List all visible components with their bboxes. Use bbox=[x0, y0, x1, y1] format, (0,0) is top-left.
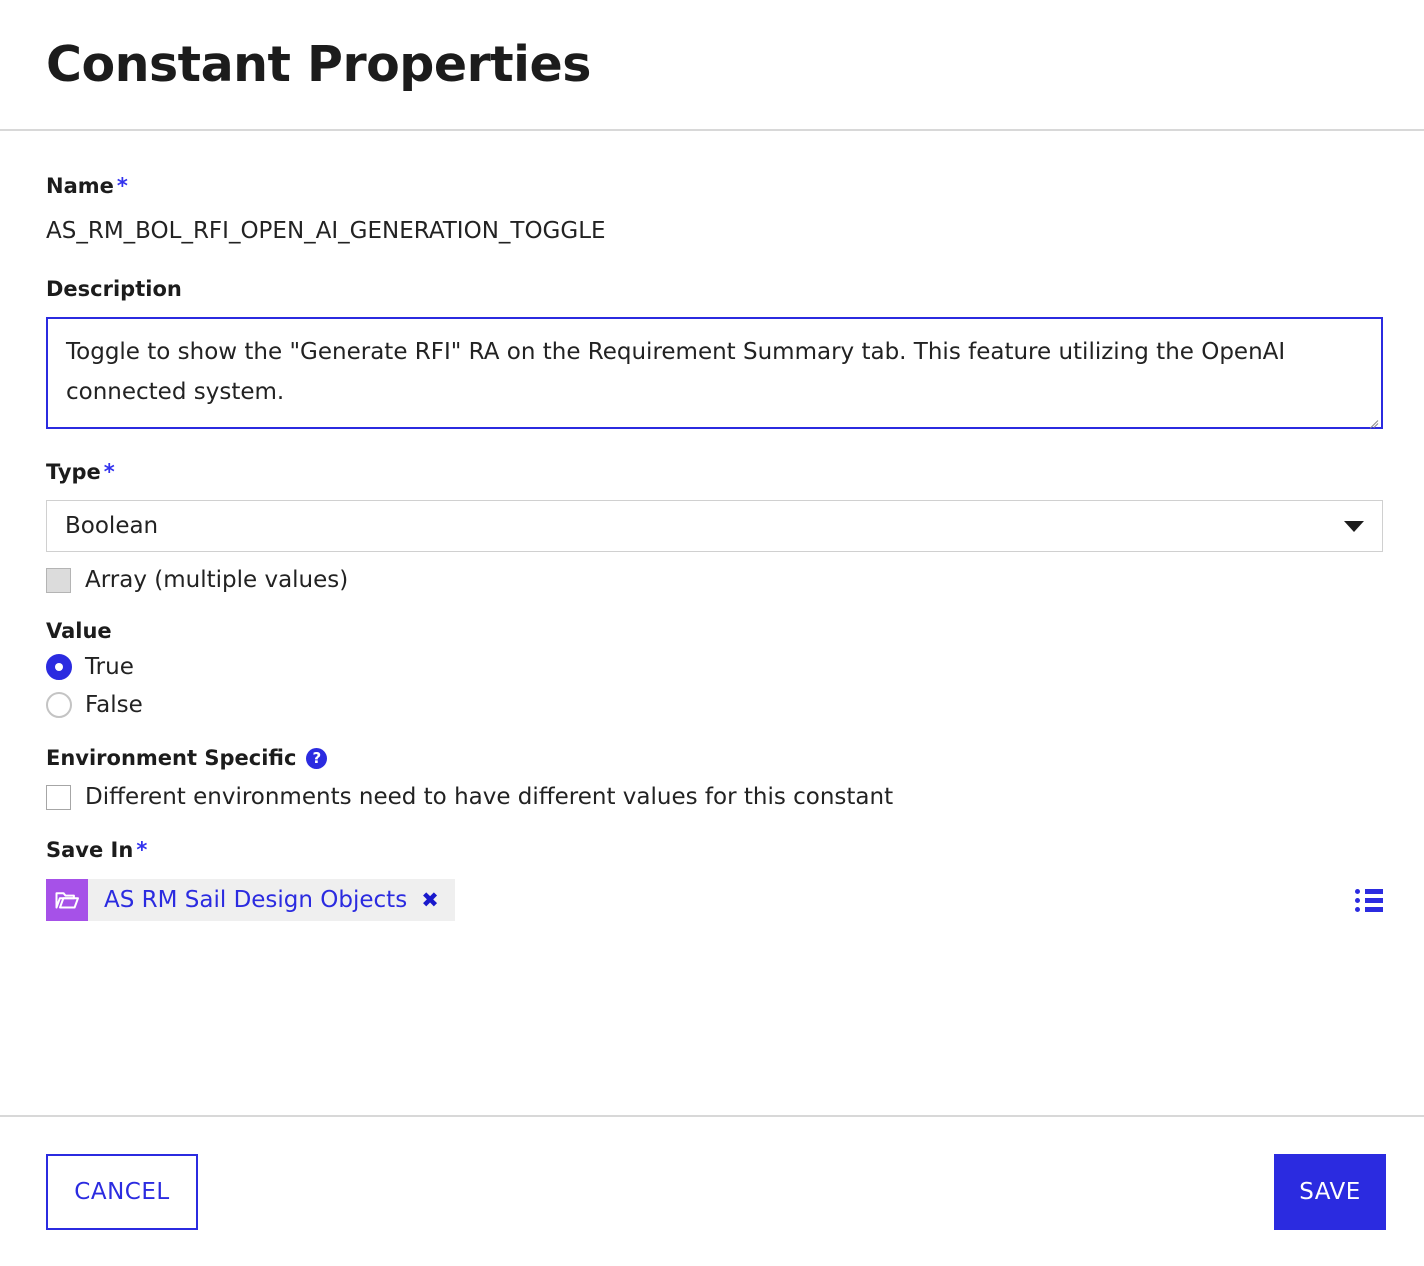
type-label: Type * bbox=[46, 462, 1378, 483]
type-select[interactable]: Boolean bbox=[46, 500, 1383, 552]
radio-false-indicator[interactable] bbox=[46, 692, 72, 718]
dialog-header: Constant Properties bbox=[0, 0, 1424, 131]
description-input[interactable] bbox=[46, 317, 1383, 429]
save-in-label-text: Save In bbox=[46, 838, 134, 862]
radio-true-label: True bbox=[85, 653, 134, 680]
type-required-asterisk: * bbox=[103, 460, 115, 484]
name-value: AS_RM_BOL_RFI_OPEN_AI_GENERATION_TOGGLE bbox=[46, 218, 606, 244]
folder-open-icon bbox=[46, 879, 88, 921]
environment-specific-label: Environment Specific bbox=[46, 746, 297, 770]
name-field-group: Name * AS_RM_BOL_RFI_OPEN_AI_GENERATION_T… bbox=[46, 176, 1378, 243]
save-in-group: Save In * AS RM Sail Design Objects ✖ bbox=[46, 840, 1383, 921]
dialog-footer: CANCEL SAVE bbox=[0, 1115, 1424, 1266]
save-in-chip-label: AS RM Sail Design Objects bbox=[104, 886, 408, 913]
array-checkbox-label: Array (multiple values) bbox=[85, 567, 349, 593]
save-button[interactable]: SAVE bbox=[1274, 1153, 1386, 1230]
value-radio-false[interactable]: False bbox=[46, 692, 1378, 718]
help-circle-icon[interactable]: ? bbox=[306, 748, 328, 769]
type-label-text: Type bbox=[46, 460, 101, 484]
constant-properties-dialog: Constant Properties Name * AS_RM_BOL_RFI_… bbox=[0, 0, 1424, 1266]
description-label: Description bbox=[46, 277, 182, 301]
save-in-label: Save In * bbox=[46, 840, 1378, 861]
description-textarea-wrapper bbox=[46, 317, 1383, 429]
value-label: Value bbox=[46, 619, 112, 643]
type-select-value: Boolean bbox=[65, 512, 159, 539]
save-in-chip[interactable]: AS RM Sail Design Objects ✖ bbox=[46, 879, 455, 921]
page-title: Constant Properties bbox=[46, 36, 591, 93]
array-checkbox-row[interactable]: Array (multiple values) bbox=[46, 568, 1378, 593]
type-field-group: Type * Boolean Array (multiple values) bbox=[46, 462, 1383, 593]
chevron-down-icon bbox=[1344, 520, 1364, 532]
environment-specific-checkbox-row[interactable]: Different environments need to have diff… bbox=[46, 785, 1378, 810]
name-label: Name * bbox=[46, 176, 1378, 197]
dialog-body: Name * AS_RM_BOL_RFI_OPEN_AI_GENERATION_T… bbox=[0, 176, 1424, 921]
name-required-asterisk: * bbox=[116, 174, 128, 198]
save-in-required-asterisk: * bbox=[136, 838, 148, 862]
environment-specific-label-row: Environment Specific ? bbox=[46, 748, 1378, 769]
save-in-row: AS RM Sail Design Objects ✖ bbox=[46, 879, 1383, 921]
radio-false-label: False bbox=[85, 691, 143, 718]
name-label-text: Name bbox=[46, 174, 114, 198]
environment-specific-group: Environment Specific ? Different environ… bbox=[46, 748, 1378, 810]
array-checkbox[interactable] bbox=[46, 568, 71, 593]
close-icon[interactable]: ✖ bbox=[421, 889, 455, 911]
radio-true-indicator[interactable] bbox=[46, 654, 72, 680]
description-field-group: Description bbox=[46, 277, 1383, 429]
value-field-group: Value True False bbox=[46, 621, 1378, 718]
bulleted-list-icon[interactable] bbox=[1355, 888, 1383, 912]
cancel-button[interactable]: CANCEL bbox=[46, 1153, 198, 1230]
environment-specific-checkbox[interactable] bbox=[46, 785, 71, 810]
environment-specific-checkbox-label: Different environments need to have diff… bbox=[85, 784, 894, 810]
value-radio-true[interactable]: True bbox=[46, 654, 1378, 680]
